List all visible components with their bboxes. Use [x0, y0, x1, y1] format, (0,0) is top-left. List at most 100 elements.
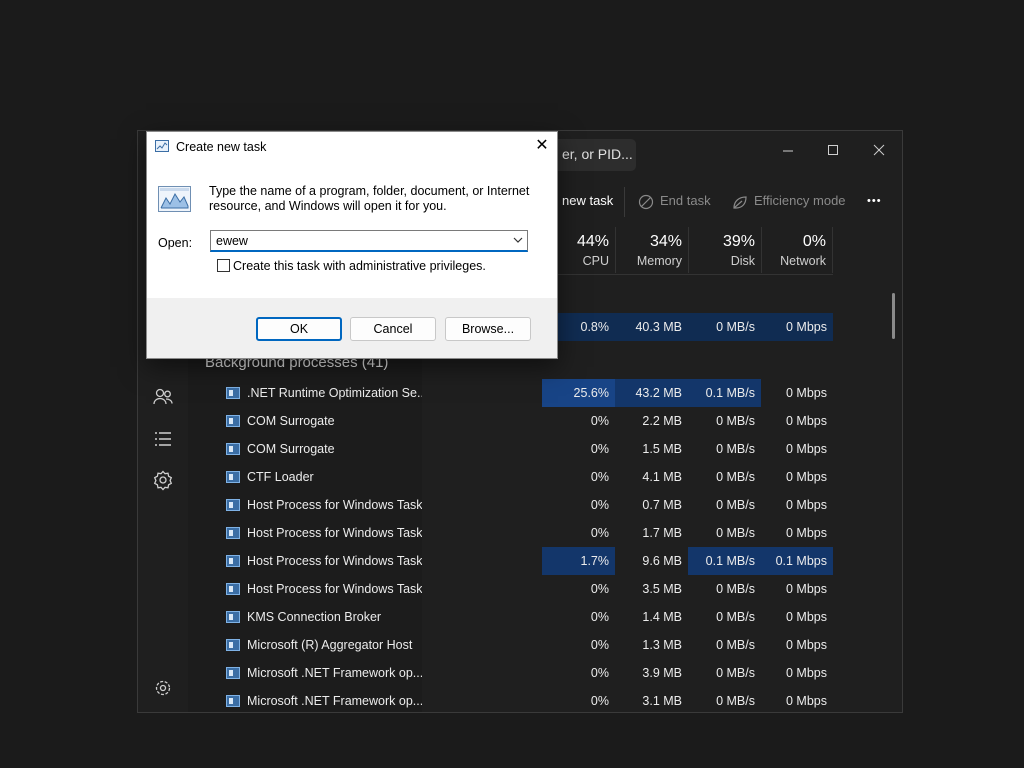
efficiency-mode-button[interactable]: Efficiency mode — [732, 177, 846, 225]
cpu-cell: 0% — [590, 470, 609, 484]
admin-privileges-checkbox[interactable] — [217, 259, 230, 272]
cpu-cell: 1.7% — [542, 547, 615, 575]
column-header-disk[interactable]: 39% Disk — [688, 227, 761, 273]
memory-cell: 1.4 MB — [642, 610, 682, 624]
cpu-cell: 0% — [590, 498, 609, 512]
disk-cell: 0 MB/s — [716, 638, 755, 652]
column-header-memory[interactable]: 34% Memory — [615, 227, 688, 273]
network-cell: 0 Mbps — [786, 470, 827, 484]
process-name: CTF Loader — [247, 470, 314, 484]
process-name: COM Surrogate — [247, 414, 335, 428]
open-input[interactable]: ewew — [216, 234, 248, 248]
table-row[interactable]: CTF Loader 0% 4.1 MB 0 MB/s 0 Mbps — [138, 463, 902, 491]
ok-button[interactable]: OK — [256, 317, 342, 341]
process-icon — [226, 583, 240, 595]
table-row[interactable]: COM Surrogate 0% 2.2 MB 0 MB/s 0 Mbps — [138, 407, 902, 435]
memory-cell: 9.6 MB — [642, 554, 682, 568]
disk-cell: 0 MB/s — [716, 610, 755, 624]
disk-cell: 0 MB/s — [716, 526, 755, 540]
memory-cell: 3.1 MB — [642, 694, 682, 708]
process-name: Microsoft .NET Framework op... — [247, 666, 422, 680]
run-app-icon — [155, 140, 169, 152]
column-header-network[interactable]: 0% Network — [761, 227, 833, 273]
end-task-label: End task — [660, 193, 711, 208]
network-cell: 0 Mbps — [786, 386, 827, 400]
disk-cell: 0 MB/s — [716, 666, 755, 680]
open-combobox[interactable]: ewew — [210, 230, 528, 252]
process-name: Host Process for Windows Tasks — [247, 498, 422, 512]
cpu-cell: 0% — [590, 414, 609, 428]
network-cell: 0 Mbps — [786, 694, 827, 708]
disk-cell: 0 MB/s — [716, 414, 755, 428]
more-options-button[interactable]: ••• — [867, 177, 882, 225]
table-row[interactable]: Host Process for Windows Tasks 0% 0.7 MB 0 … — [138, 491, 902, 519]
table-row[interactable]: Microsoft .NET Framework op... 0% 3.9 MB 0 … — [138, 659, 902, 687]
chevron-down-icon[interactable] — [513, 236, 523, 244]
memory-cell: 3.9 MB — [642, 666, 682, 680]
network-cell: 0 Mbps — [786, 666, 827, 680]
process-icon — [226, 527, 240, 539]
table-row[interactable]: KMS Connection Broker 0% 1.4 MB 0 MB/s 0 Mbp… — [138, 603, 902, 631]
scrollbar-thumb[interactable] — [892, 293, 895, 339]
open-label: Open: — [158, 236, 193, 250]
admin-privileges-label[interactable]: Create this task with administrative pri… — [233, 259, 486, 273]
memory-percent: 34% — [649, 233, 682, 250]
network-percent: 0% — [802, 233, 826, 250]
process-name: Microsoft .NET Framework op... — [247, 694, 422, 708]
maximize-button[interactable] — [813, 137, 853, 165]
network-cell: 0 Mbps — [761, 313, 833, 341]
table-row[interactable]: Microsoft (R) Aggregator Host 0% 1.3 MB 0 M… — [138, 631, 902, 659]
network-cell: 0 Mbps — [786, 414, 827, 428]
memory-cell: 0.7 MB — [642, 498, 682, 512]
table-row[interactable]: .NET Runtime Optimization Se... 25.6% 43.2… — [138, 379, 902, 407]
process-icon — [226, 499, 240, 511]
maximize-icon — [828, 145, 838, 155]
network-cell: 0 Mbps — [786, 638, 827, 652]
process-icon — [226, 695, 240, 707]
close-icon — [873, 144, 885, 156]
network-cell: 0.1 Mbps — [761, 547, 833, 575]
memory-cell: 1.7 MB — [642, 526, 682, 540]
leaf-icon — [733, 195, 747, 209]
dialog-close-button[interactable]: ✕ — [527, 132, 557, 160]
run-new-task-button[interactable]: new task — [562, 177, 613, 225]
network-label: Network — [780, 254, 826, 268]
table-row[interactable]: Host Process for Windows Tasks 0% 3.5 MB 0 … — [138, 575, 902, 603]
cpu-cell: 0% — [590, 694, 609, 708]
dialog-body: Type the name of a program, folder, docu… — [147, 162, 557, 298]
minimize-icon — [783, 150, 793, 152]
disk-label: Disk — [730, 254, 755, 268]
process-icon — [226, 415, 240, 427]
network-cell: 0 Mbps — [786, 442, 827, 456]
cpu-cell: 0% — [590, 610, 609, 624]
process-icon — [226, 667, 240, 679]
process-name: .NET Runtime Optimization Se... — [247, 386, 422, 400]
create-new-task-dialog: Create new task ✕ Type the name of a pro… — [146, 131, 558, 359]
cpu-cell: 0% — [590, 582, 609, 596]
close-button[interactable] — [859, 137, 899, 165]
disk-cell: 0 MB/s — [716, 470, 755, 484]
cancel-button[interactable]: Cancel — [350, 317, 436, 341]
network-cell: 0 Mbps — [786, 526, 827, 540]
disk-cell: 0 MB/s — [716, 442, 755, 456]
table-row[interactable]: Host Process for Windows Tasks 0% 1.7 MB 0 … — [138, 519, 902, 547]
minimize-button[interactable] — [768, 137, 808, 165]
table-row[interactable]: Host Process for Windows Tasks 1.7% 9.6 MB… — [138, 547, 902, 575]
table-row[interactable]: Microsoft .NET Framework op... 0% 3.1 MB 0 … — [138, 687, 902, 712]
cpu-cell: 0% — [590, 526, 609, 540]
process-icon — [226, 443, 240, 455]
end-task-button[interactable]: End task — [638, 177, 711, 225]
run-icon — [158, 186, 191, 212]
browse-button[interactable]: Browse... — [445, 317, 531, 341]
memory-cell: 1.3 MB — [642, 638, 682, 652]
process-name: KMS Connection Broker — [247, 610, 382, 624]
process-icon — [226, 387, 240, 399]
dialog-footer: OK Cancel Browse... — [147, 298, 557, 358]
cpu-cell: 0% — [590, 638, 609, 652]
cpu-cell: 0% — [590, 442, 609, 456]
table-row[interactable]: COM Surrogate 0% 1.5 MB 0 MB/s 0 Mbps — [138, 435, 902, 463]
disk-cell: 0.1 MB/s — [688, 379, 761, 407]
disk-percent: 39% — [722, 233, 755, 250]
memory-cell: 40.3 MB — [615, 313, 688, 341]
process-name: Microsoft (R) Aggregator Host — [247, 638, 413, 652]
